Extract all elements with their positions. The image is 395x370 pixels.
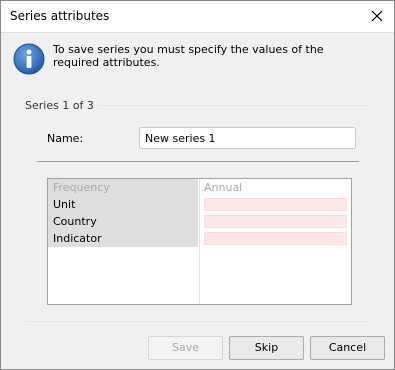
attribute-value-cell[interactable] bbox=[200, 196, 351, 213]
window-title: Series attributes bbox=[10, 9, 110, 23]
attribute-value: Annual bbox=[204, 181, 243, 194]
attribute-row-country[interactable]: Country bbox=[48, 213, 351, 230]
save-button[interactable]: Save bbox=[148, 336, 223, 360]
skip-button[interactable]: Skip bbox=[229, 336, 304, 360]
attribute-value-cell[interactable] bbox=[200, 213, 351, 230]
close-icon bbox=[371, 10, 383, 22]
attribute-row-frequency: Frequency Annual bbox=[48, 179, 351, 196]
attribute-name: Indicator bbox=[48, 230, 198, 247]
name-input[interactable] bbox=[139, 127, 356, 149]
title-bar: Series attributes bbox=[1, 1, 394, 32]
required-value-field[interactable] bbox=[204, 215, 347, 228]
section-separator bbox=[37, 161, 359, 162]
dialog-body: Series 1 of 3 Name: Frequency Annual Uni… bbox=[1, 87, 394, 369]
info-icon bbox=[13, 43, 45, 75]
attributes-grid[interactable]: Frequency Annual Unit Country Indicator bbox=[47, 178, 352, 305]
attribute-row-unit[interactable]: Unit bbox=[48, 196, 351, 213]
name-label: Name: bbox=[47, 132, 84, 145]
cancel-button[interactable]: Cancel bbox=[310, 336, 385, 360]
attribute-name: Country bbox=[48, 213, 198, 230]
attribute-value-cell[interactable] bbox=[200, 230, 351, 247]
close-button[interactable] bbox=[368, 7, 386, 25]
required-value-field[interactable] bbox=[204, 198, 347, 211]
series-counter: Series 1 of 3 bbox=[25, 99, 94, 112]
info-message: To save series you must specify the valu… bbox=[53, 43, 324, 69]
required-value-field[interactable] bbox=[204, 232, 347, 245]
attribute-row-indicator[interactable]: Indicator bbox=[48, 230, 351, 247]
group-divider bbox=[97, 105, 369, 106]
footer-divider bbox=[25, 321, 369, 322]
attribute-name: Unit bbox=[48, 196, 198, 213]
series-attributes-dialog: Series attributes To save series you mus… bbox=[0, 0, 395, 370]
info-panel: To save series you must specify the valu… bbox=[1, 32, 394, 88]
attribute-name: Frequency bbox=[48, 179, 198, 196]
